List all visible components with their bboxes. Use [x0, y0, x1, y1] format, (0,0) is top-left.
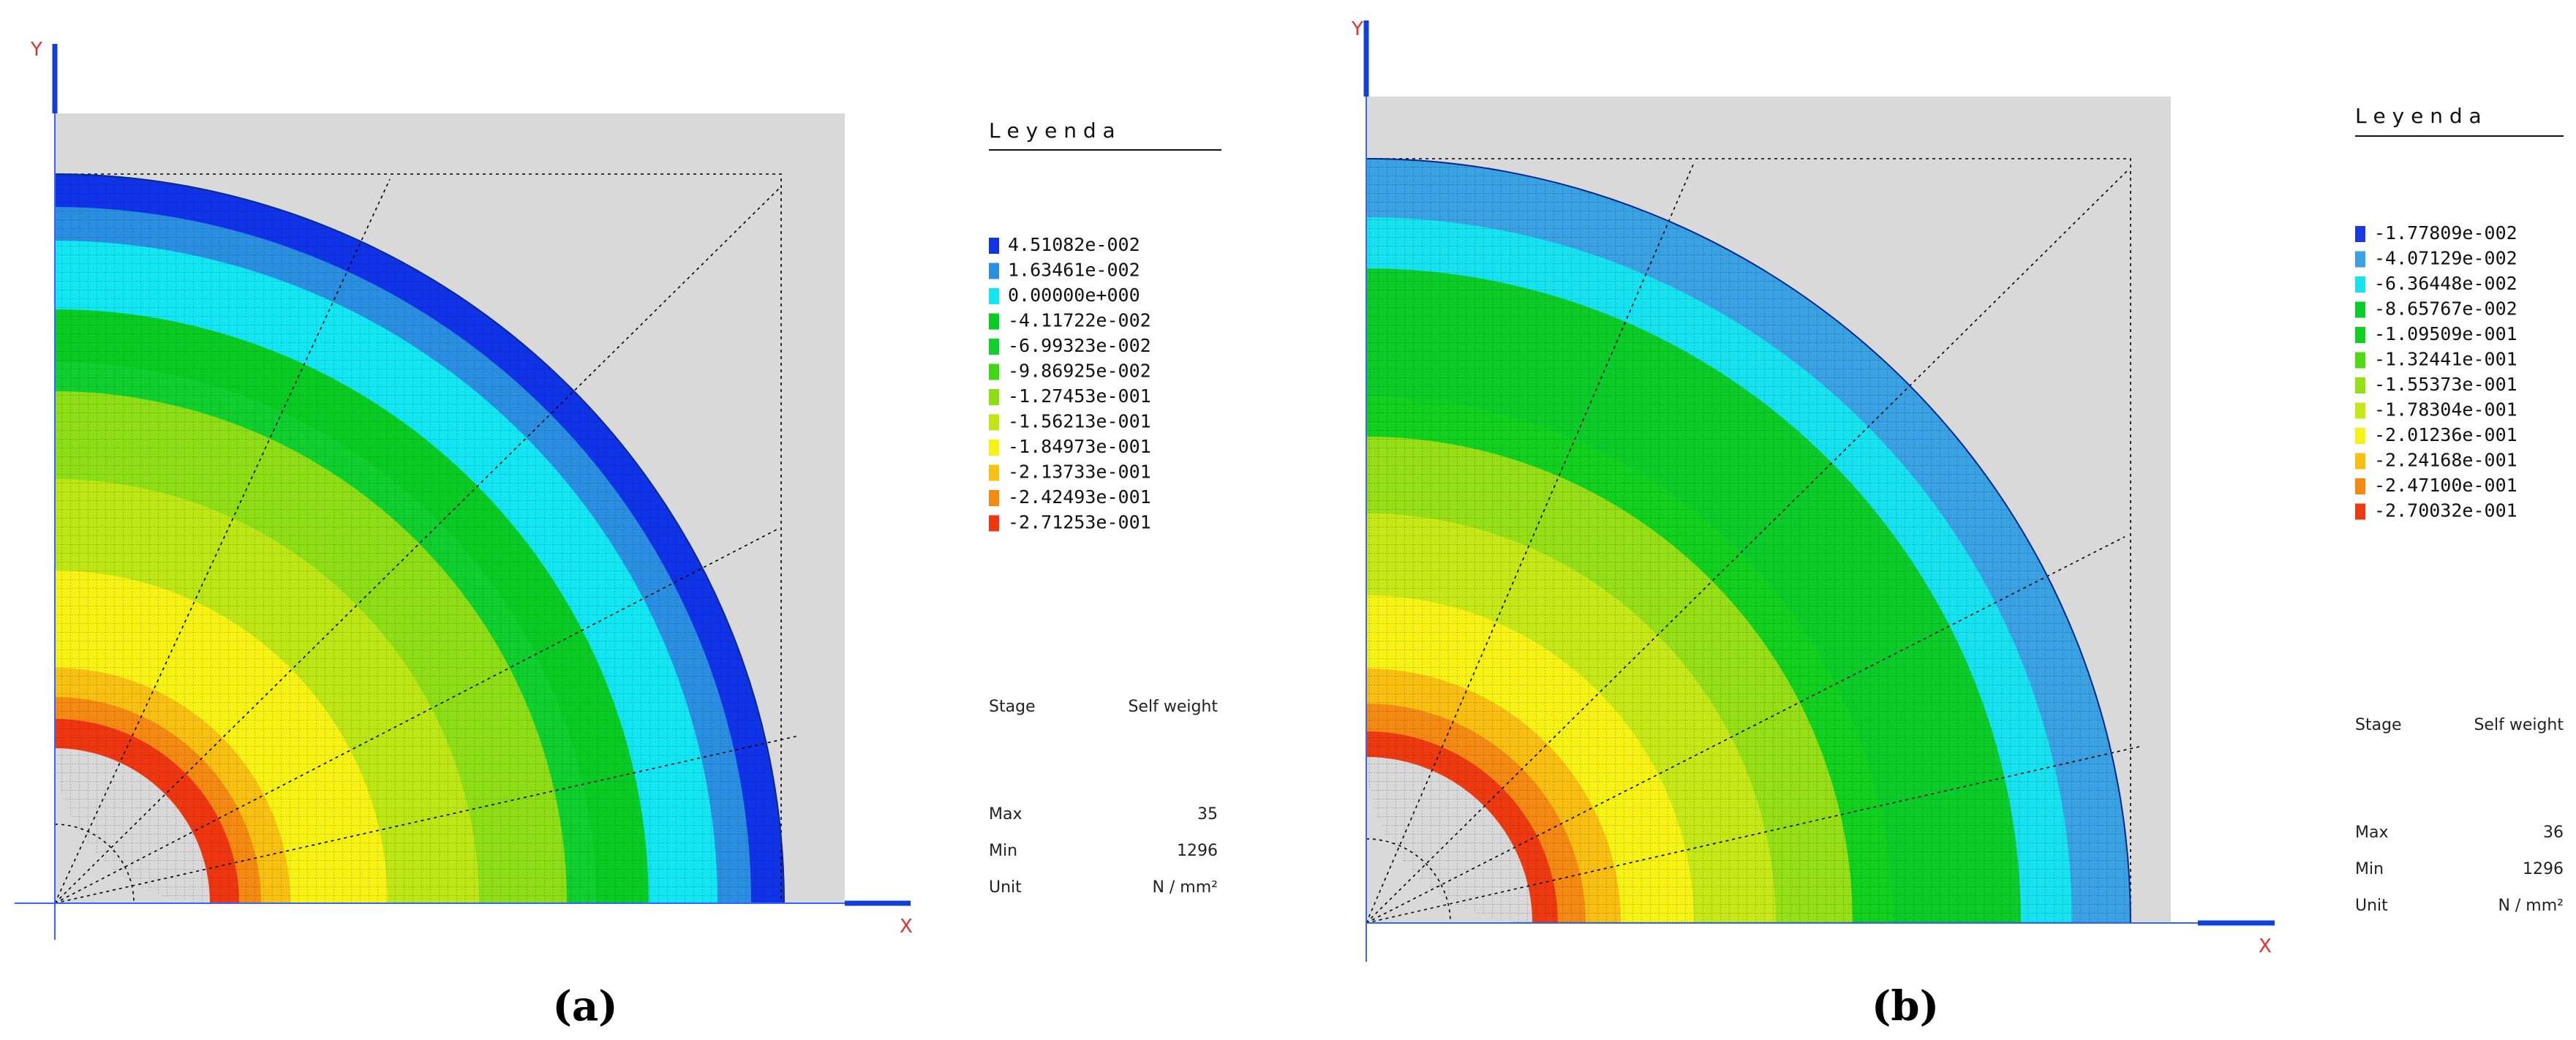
panel-b-legend-swatch: [2355, 453, 2365, 470]
panel-a-x-axis-label: X: [900, 916, 913, 938]
panel-b-max-value: 36: [2543, 824, 2564, 842]
panel-a-legend-swatch: [989, 414, 999, 431]
panel-a-legend-swatch: [989, 363, 999, 380]
panel-b-max-label: Max: [2355, 824, 2388, 842]
panel-b-legend-swatch: [2355, 251, 2365, 268]
panel-a-legend-value: -1.56213e-001: [1008, 411, 1151, 432]
panel-b-legend-value: -2.24168e-001: [2374, 450, 2517, 471]
panel-b-info-block: Stage Self weight Max 36 Min 1296 Unit N…: [2355, 716, 2564, 915]
panel-a-legend-swatch: [989, 238, 999, 254]
panel-a-legend-value: -2.13733e-001: [1008, 461, 1151, 483]
panel-a-legend-title: L e y e n d a: [989, 118, 1115, 143]
panel-a-legend-entries: 4.51082e-002 1.63461e-002 0.00000e+000 -4.1…: [989, 234, 1151, 533]
panel-a-legend-swatch: [989, 263, 999, 279]
panel-a-legend-swatch: [989, 440, 999, 456]
panel-b-legend-swatch: [2355, 301, 2365, 318]
panel-b-legend-value: -1.55373e-001: [2374, 374, 2517, 395]
stress-contour-figure: X Y L e y e n d a 4.51082e-002 1.63461e-0…: [15, 18, 2564, 1030]
panel-b-legend-value: -2.70032e-001: [2374, 500, 2517, 521]
panel-b: X Y L e y e n d a -1.77809e-002 -4.07129e…: [1351, 18, 2564, 1030]
panel-a-legend-value: -1.27453e-001: [1008, 385, 1151, 407]
panel-b-legend-swatch: [2355, 478, 2365, 494]
panel-a-legend-swatch: [989, 515, 999, 532]
panel-a-legend-swatch: [989, 389, 999, 405]
panel-b-legend: L e y e n d a -1.77809e-002 -4.07129e-002…: [2355, 104, 2564, 521]
panel-b-legend-swatch: [2355, 352, 2365, 369]
panel-b-legend-swatch: [2355, 327, 2365, 343]
panel-b-x-axis-label: X: [2259, 935, 2272, 957]
panel-a-stage-value: Self weight: [1128, 698, 1218, 716]
panel-a-legend-value: 1.63461e-002: [1008, 260, 1140, 281]
panel-a-y-axis-label: Y: [30, 39, 42, 61]
panel-a-legend-swatch: [989, 339, 999, 355]
panel-b-legend-swatch: [2355, 428, 2365, 444]
panel-b-legend-swatch: [2355, 226, 2365, 242]
panel-b-legend-swatch: [2355, 377, 2365, 393]
panel-b-y-axis-label: Y: [1351, 18, 1363, 40]
panel-b-legend-value: -2.47100e-001: [2374, 475, 2517, 496]
panel-a-max-value: 35: [1197, 805, 1218, 824]
panel-b-stage-label: Stage: [2355, 716, 2402, 734]
panel-a-legend-value: -4.11722e-002: [1008, 310, 1151, 331]
panel-a-caption: (a): [552, 982, 617, 1030]
panel-b-legend-entries: -1.77809e-002 -4.07129e-002 -6.36448e-002 -…: [2355, 222, 2517, 521]
panel-a-legend-value: -9.86925e-002: [1008, 361, 1151, 382]
panel-b-legend-value: -8.65767e-002: [2374, 298, 2517, 320]
panel-b-legend-swatch: [2355, 276, 2365, 293]
panel-b-min-label: Min: [2355, 860, 2384, 878]
panel-b-legend-title: L e y e n d a: [2355, 104, 2482, 128]
panel-a-info-block: Stage Self weight Max 35 Min 1296 Unit N…: [989, 698, 1218, 897]
panel-b-unit-value: N / mm²: [2498, 897, 2564, 915]
panel-b-caption: (b): [1872, 982, 1939, 1030]
panel-a-legend-swatch: [989, 288, 999, 304]
panel-a-unit-label: Unit: [989, 878, 1022, 897]
panel-b-legend-value: -4.07129e-002: [2374, 248, 2517, 269]
panel-b-legend-value: -6.36448e-002: [2374, 273, 2517, 294]
panel-a-min-value: 1296: [1177, 842, 1218, 860]
panel-b-legend-value: -1.32441e-001: [2374, 349, 2517, 370]
panel-a-legend-value: 4.51082e-002: [1008, 234, 1140, 255]
panel-b-stage-value: Self weight: [2474, 716, 2564, 734]
panel-a-unit-value: N / mm²: [1152, 878, 1218, 897]
panel-a-legend-value: -1.84973e-001: [1008, 436, 1151, 457]
panel-a-legend-swatch: [989, 490, 999, 506]
panel-a-legend-value: -2.71253e-001: [1008, 512, 1151, 533]
panel-b-unit-label: Unit: [2355, 897, 2388, 915]
panel-a-legend-value: -2.42493e-001: [1008, 486, 1151, 508]
panel-b-legend-value: -1.78304e-001: [2374, 399, 2517, 421]
panel-b-legend-value: -1.09509e-001: [2374, 323, 2517, 344]
panel-a-legend-value: -6.99323e-002: [1008, 335, 1151, 356]
panel-b-legend-swatch: [2355, 503, 2365, 520]
panel-a-stage-label: Stage: [989, 698, 1036, 716]
panel-a-legend-value: 0.00000e+000: [1008, 285, 1140, 306]
panel-b-min-value: 1296: [2523, 860, 2564, 878]
panel-b-legend-value: -1.77809e-002: [2374, 222, 2517, 244]
panel-a: X Y L e y e n d a 4.51082e-002 1.63461e-0…: [15, 39, 1221, 1030]
panel-a-max-label: Max: [989, 805, 1022, 824]
panel-a-legend-swatch: [989, 313, 999, 330]
panel-a-legend-swatch: [989, 464, 999, 481]
panel-a-legend: L e y e n d a 4.51082e-002 1.63461e-002 0.…: [989, 118, 1221, 533]
panel-b-legend-swatch: [2355, 402, 2365, 419]
panel-a-min-label: Min: [989, 842, 1017, 860]
panel-b-legend-value: -2.01236e-001: [2374, 424, 2517, 445]
